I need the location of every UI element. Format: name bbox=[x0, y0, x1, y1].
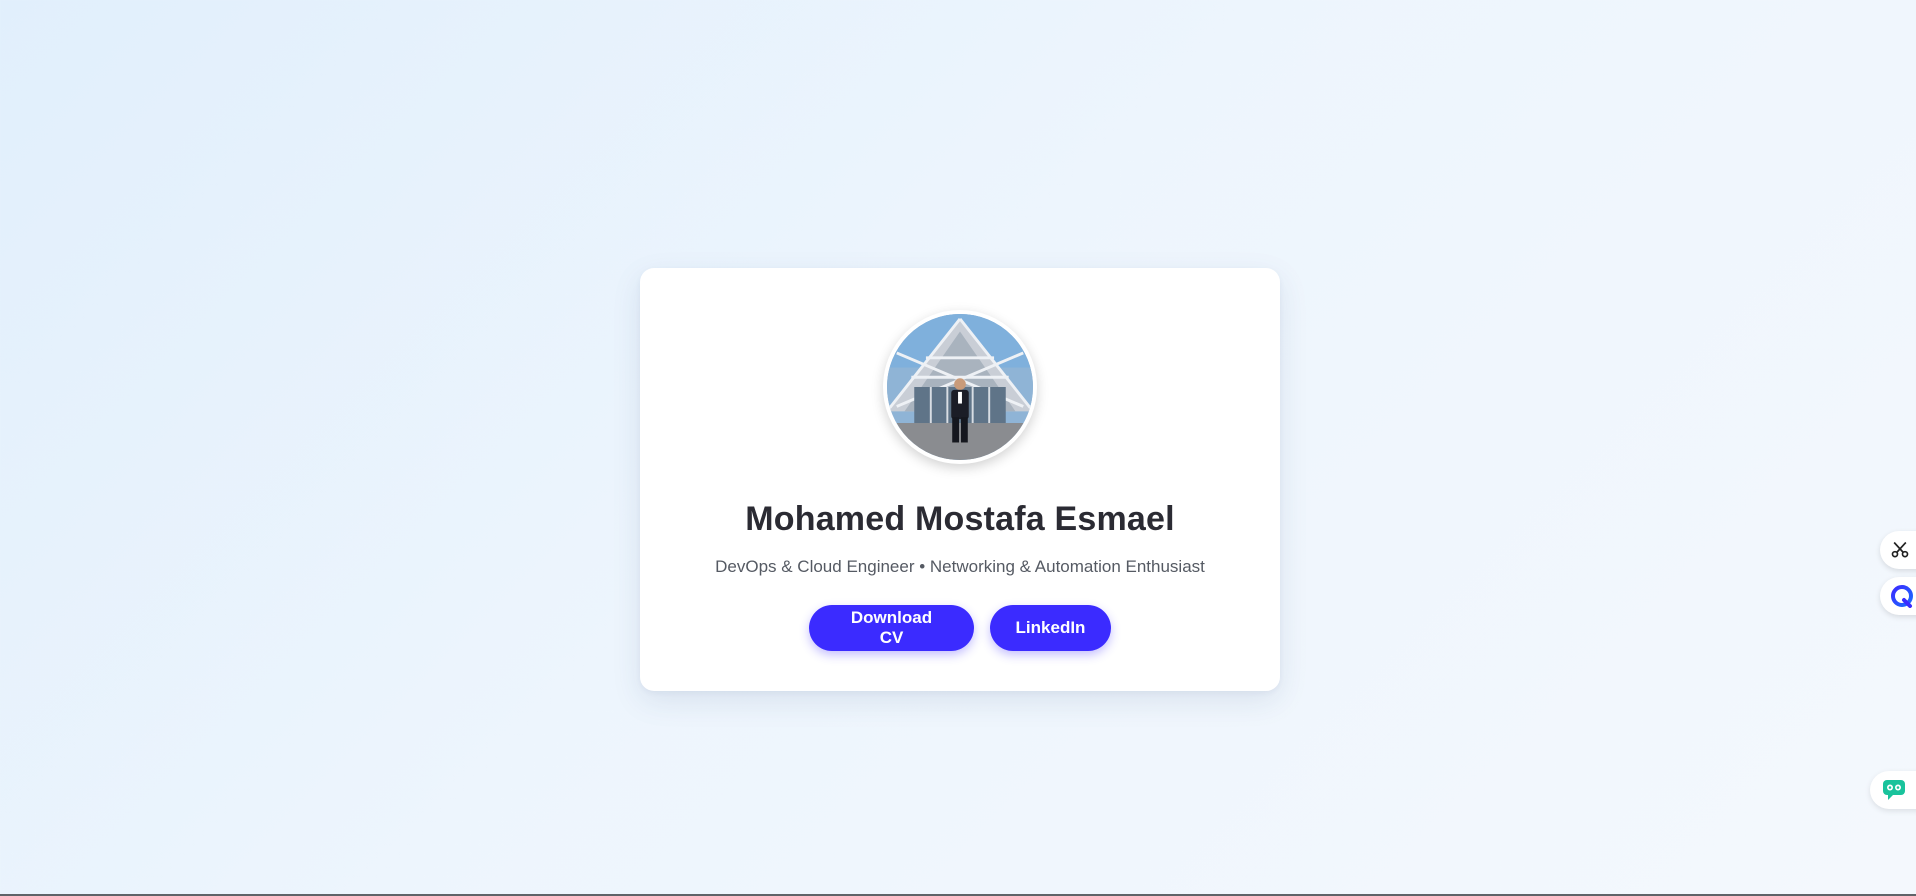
scissors-icon bbox=[1891, 541, 1909, 558]
download-cv-button[interactable]: Download CV bbox=[809, 605, 974, 651]
chat-bot-icon bbox=[1883, 780, 1905, 800]
avatar bbox=[883, 310, 1037, 464]
profile-card: Mohamed Mostafa Esmael DevOps & Cloud En… bbox=[640, 268, 1280, 691]
scissors-tool-button[interactable] bbox=[1880, 531, 1916, 569]
profile-subtitle: DevOps & Cloud Engineer • Networking & A… bbox=[715, 557, 1205, 576]
profile-name: Mohamed Mostafa Esmael bbox=[745, 500, 1175, 538]
q-assistant-button[interactable] bbox=[1880, 577, 1916, 615]
profile-photo bbox=[887, 314, 1033, 460]
action-buttons: Download CV LinkedIn bbox=[640, 605, 1280, 651]
chat-widget-button[interactable] bbox=[1870, 771, 1916, 809]
linkedin-button[interactable]: LinkedIn bbox=[990, 605, 1111, 651]
q-logo-icon bbox=[1891, 585, 1913, 608]
